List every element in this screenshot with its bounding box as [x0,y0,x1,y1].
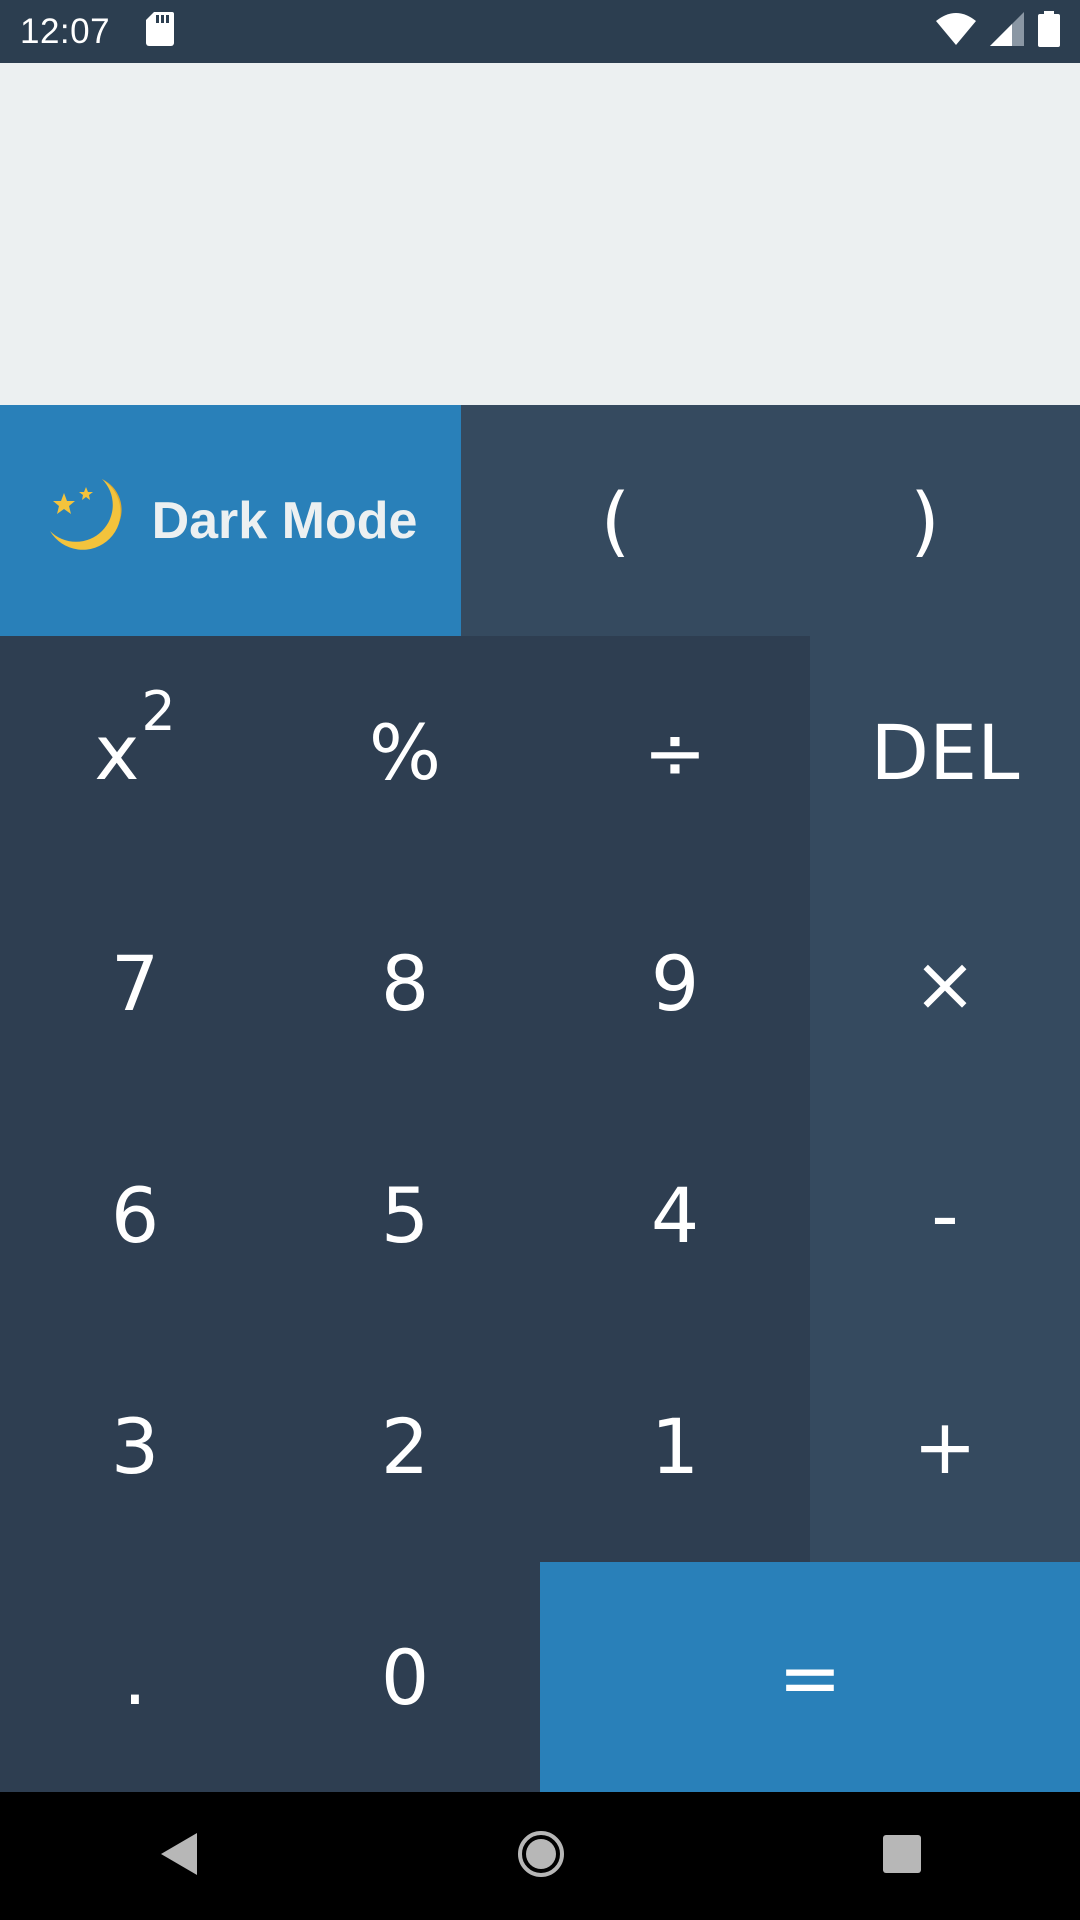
multiply-label: × [913,939,977,1028]
equals-button[interactable]: = [540,1562,1080,1792]
seven-button[interactable]: 7 [0,868,270,1099]
moon-stars-icon [44,473,126,568]
three-label: 3 [110,1402,160,1491]
minus-button[interactable]: - [810,1099,1080,1331]
five-label: 5 [380,1170,430,1260]
navigation-bar [0,1792,1080,1920]
two-label: 2 [380,1402,430,1491]
five-button[interactable]: 5 [270,1099,540,1331]
seven-label: 7 [110,939,160,1028]
close-paren-button[interactable]: ) [770,405,1080,636]
zero-label: 0 [380,1632,430,1722]
eight-button[interactable]: 8 [270,868,540,1099]
delete-button[interactable]: DEL [810,636,1080,868]
percent-button[interactable]: % [270,636,540,868]
multiply-button[interactable]: × [810,868,1080,1099]
square-label: x2 [94,680,175,797]
four-button[interactable]: 4 [540,1099,810,1331]
sd-card-icon [146,12,175,51]
one-button[interactable]: 1 [540,1331,810,1562]
six-button[interactable]: 6 [0,1099,270,1331]
recents-icon[interactable] [881,1833,923,1880]
eight-label: 8 [380,939,430,1028]
zero-button[interactable]: 0 [270,1562,540,1792]
signal-icon [990,12,1024,51]
open-paren-label: ( [600,476,631,565]
delete-label: DEL [870,707,1020,797]
status-bar: 12:07 [0,0,1080,63]
six-label: 6 [110,1170,160,1260]
dark-mode-toggle[interactable]: Dark Mode [0,405,461,636]
minus-label: - [931,1170,959,1260]
nine-label: 9 [650,939,700,1028]
decimal-label: . [122,1632,148,1722]
battery-icon [1038,11,1060,52]
keypad: Dark Mode ( ) x2 % ÷ DEL 7 8 9 × 6 5 4 - [0,405,1080,1792]
one-label: 1 [650,1402,700,1491]
wifi-icon [936,13,976,50]
divide-button[interactable]: ÷ [540,636,810,868]
plus-label: + [913,1402,977,1491]
square-exponent: 2 [141,679,176,743]
decimal-button[interactable]: . [0,1562,270,1792]
dark-mode-label: Dark Mode [151,491,418,550]
close-paren-label: ) [910,476,940,565]
four-label: 4 [650,1170,700,1260]
home-icon[interactable] [516,1829,566,1884]
open-paren-button[interactable]: ( [461,405,770,636]
divide-label: ÷ [643,707,707,797]
percent-label: % [368,707,442,797]
two-button[interactable]: 2 [270,1331,540,1562]
nine-button[interactable]: 9 [540,868,810,1099]
status-time: 12:07 [20,11,111,51]
calculator-display [0,63,1080,405]
back-icon[interactable] [157,1831,201,1882]
plus-button[interactable]: + [810,1331,1080,1562]
square-button[interactable]: x2 [0,636,270,868]
three-button[interactable]: 3 [0,1331,270,1562]
square-base: x [94,707,140,797]
equals-label: = [778,1632,842,1722]
